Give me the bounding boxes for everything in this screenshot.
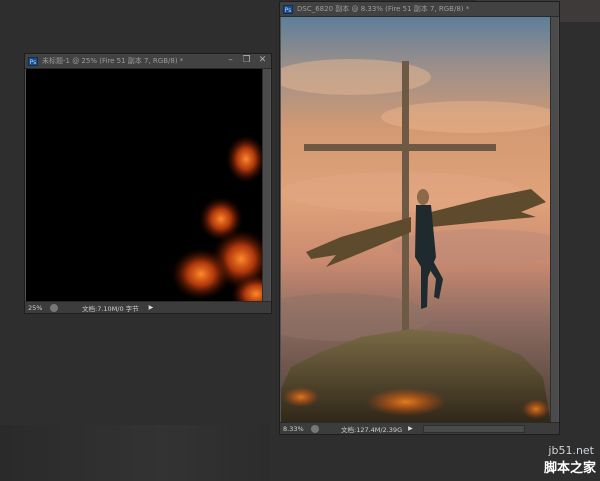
- status-bar: 8.33% 文档:127.4M/2.39G ▶: [280, 422, 559, 434]
- window-titlebar[interactable]: Ps 未标题-1 @ 25% (Fire 51 副本 7, RGB/8) * –…: [25, 54, 271, 69]
- arrow-right-icon[interactable]: ▶: [408, 425, 413, 432]
- document-window-left[interactable]: Ps 未标题-1 @ 25% (Fire 51 副本 7, RGB/8) * –…: [24, 53, 272, 314]
- document-info: 文档:7.10M/0 字节: [82, 304, 139, 313]
- vertical-scrollbar[interactable]: [262, 69, 270, 302]
- angel-cross-image: [281, 17, 551, 424]
- window-title: DSC_6820 副本 @ 8.33% (Fire 51 副本 7, RGB/8…: [297, 5, 470, 13]
- canvas-left[interactable]: [26, 69, 262, 302]
- status-info-icon[interactable]: [50, 303, 58, 312]
- status-info-icon[interactable]: [311, 424, 319, 433]
- close-icon[interactable]: ✕: [258, 55, 267, 66]
- document-info: 文档:127.4M/2.39G: [341, 425, 403, 434]
- watermark: jb51.net 脚本之家: [536, 427, 600, 481]
- fire-image: [171, 135, 262, 302]
- canvas-right[interactable]: [281, 17, 551, 424]
- window-titlebar[interactable]: Ps DSC_6820 副本 @ 8.33% (Fire 51 副本 7, RG…: [280, 2, 559, 17]
- watermark-url: jb51.net: [548, 444, 594, 457]
- watermark-name: 脚本之家: [543, 461, 596, 476]
- vertical-scrollbar[interactable]: [550, 17, 558, 424]
- photoshop-icon: Ps: [28, 56, 38, 66]
- zoom-level[interactable]: 25%: [28, 304, 50, 312]
- photoshop-icon: Ps: [283, 4, 293, 14]
- window-title: 未标题-1 @ 25% (Fire 51 副本 7, RGB/8) *: [42, 57, 184, 65]
- status-bar: 25% 文档:7.10M/0 字节 ▶: [25, 301, 271, 313]
- maximize-icon[interactable]: ❐: [242, 55, 251, 66]
- document-window-right[interactable]: Ps DSC_6820 副本 @ 8.33% (Fire 51 副本 7, RG…: [279, 1, 560, 435]
- background-patch: [0, 425, 270, 481]
- minimize-icon[interactable]: –: [226, 55, 235, 66]
- horizontal-scrollbar[interactable]: [422, 424, 525, 433]
- zoom-level[interactable]: 8.33%: [283, 425, 311, 433]
- arrow-right-icon[interactable]: ▶: [149, 304, 154, 311]
